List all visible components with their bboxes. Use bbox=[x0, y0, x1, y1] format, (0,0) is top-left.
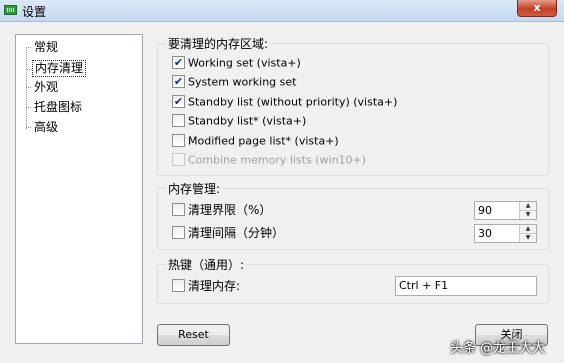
hotkey-value: Ctrl + F1 bbox=[399, 279, 449, 292]
option-standby-list[interactable]: Standby list* (vista+) bbox=[172, 113, 306, 128]
memory-management-title: 内存管理: bbox=[166, 180, 223, 197]
clean-interval-spinner[interactable]: 30 ▲ ▼ bbox=[474, 224, 537, 243]
clean-limit-spinner[interactable]: 90 ▲ ▼ bbox=[474, 201, 537, 220]
option-modified-page-list[interactable]: Modified page list* (vista+) bbox=[172, 133, 339, 148]
spinner-value[interactable]: 90 bbox=[478, 204, 492, 217]
spinner-up-icon[interactable]: ▲ bbox=[520, 225, 536, 234]
spinner-arrows: ▲ ▼ bbox=[519, 225, 536, 242]
checkbox[interactable]: ✔ bbox=[172, 94, 185, 108]
option-standby-list-no-priority[interactable]: ✔ Standby list (without priority) (vista+… bbox=[172, 94, 397, 109]
option-working-set[interactable]: ✔ Working set (vista+) bbox=[172, 55, 301, 70]
reset-button[interactable]: Reset bbox=[157, 324, 230, 346]
hotkey-input[interactable]: Ctrl + F1 bbox=[395, 276, 537, 296]
nav-item-label: 高级 bbox=[34, 120, 59, 134]
app-icon bbox=[4, 5, 17, 15]
option-label: Combine memory lists (win10+) bbox=[188, 153, 367, 167]
checkbox[interactable] bbox=[172, 133, 185, 147]
checkbox[interactable] bbox=[172, 226, 185, 239]
clean-limit-option[interactable]: 清理界限（%） bbox=[172, 203, 271, 218]
option-label: System working set bbox=[188, 75, 297, 89]
option-label: 清理内存: bbox=[188, 279, 241, 293]
nav-item-appearance[interactable]: 外观 bbox=[26, 79, 60, 96]
option-label: Standby list* (vista+) bbox=[188, 114, 307, 128]
tree-lines bbox=[26, 47, 28, 129]
option-system-working-set[interactable]: ✔ System working set bbox=[172, 74, 296, 89]
nav-item-label: 常规 bbox=[34, 40, 59, 54]
nav-item-general[interactable]: 常规 bbox=[26, 39, 60, 56]
memory-area-title: 要清理的内存区域: bbox=[166, 35, 271, 52]
spinner-up-icon[interactable]: ▲ bbox=[520, 202, 536, 211]
checkbox[interactable]: ✔ bbox=[172, 55, 185, 69]
option-label: 清理间隔（分钟） bbox=[188, 226, 285, 240]
spinner-value[interactable]: 30 bbox=[478, 227, 492, 240]
option-label: Standby list (without priority) (vista+) bbox=[188, 95, 398, 109]
nav-item-label: 内存清理 bbox=[35, 61, 84, 75]
nav-item-memory-clean[interactable]: 内存清理 bbox=[27, 60, 87, 77]
spinner-arrows: ▲ ▼ bbox=[519, 202, 536, 219]
clean-interval-option[interactable]: 清理间隔（分钟） bbox=[172, 226, 284, 241]
spinner-down-icon[interactable]: ▼ bbox=[520, 234, 536, 242]
nav-item-tray-icon[interactable]: 托盘图标 bbox=[26, 99, 84, 116]
spinner-down-icon[interactable]: ▼ bbox=[520, 211, 536, 219]
option-label: Working set (vista+) bbox=[188, 56, 301, 70]
hotkey-title: 热键（通用）: bbox=[166, 256, 247, 273]
option-label: Modified page list* (vista+) bbox=[188, 134, 339, 148]
settings-nav-tree: 常规 内存清理 外观 托盘图标 高级 bbox=[15, 34, 143, 344]
settings-window: 设置 x 常规 内存清理 外观 托盘图标 高级 要清理的内存区域: ✔ Worki… bbox=[0, 0, 564, 363]
nav-item-label: 托盘图标 bbox=[34, 100, 83, 114]
checkbox[interactable]: ✔ bbox=[172, 74, 185, 88]
window-close-button[interactable]: x bbox=[517, 0, 557, 17]
checkbox[interactable] bbox=[172, 113, 185, 127]
checkbox[interactable] bbox=[172, 203, 185, 216]
option-label: 清理界限（%） bbox=[188, 203, 272, 217]
window-title: 设置 bbox=[22, 5, 47, 19]
clean-memory-hotkey-option[interactable]: 清理内存: bbox=[172, 279, 240, 294]
checkbox bbox=[172, 152, 185, 166]
option-combine-memory-lists: Combine memory lists (win10+) bbox=[172, 152, 366, 167]
watermark-text: 头条 @龙王大大 bbox=[450, 341, 546, 356]
title-bar[interactable]: 设置 x bbox=[0, 0, 564, 22]
checkbox[interactable] bbox=[172, 279, 185, 292]
nav-item-label: 外观 bbox=[34, 80, 59, 94]
nav-item-advanced[interactable]: 高级 bbox=[26, 119, 60, 136]
